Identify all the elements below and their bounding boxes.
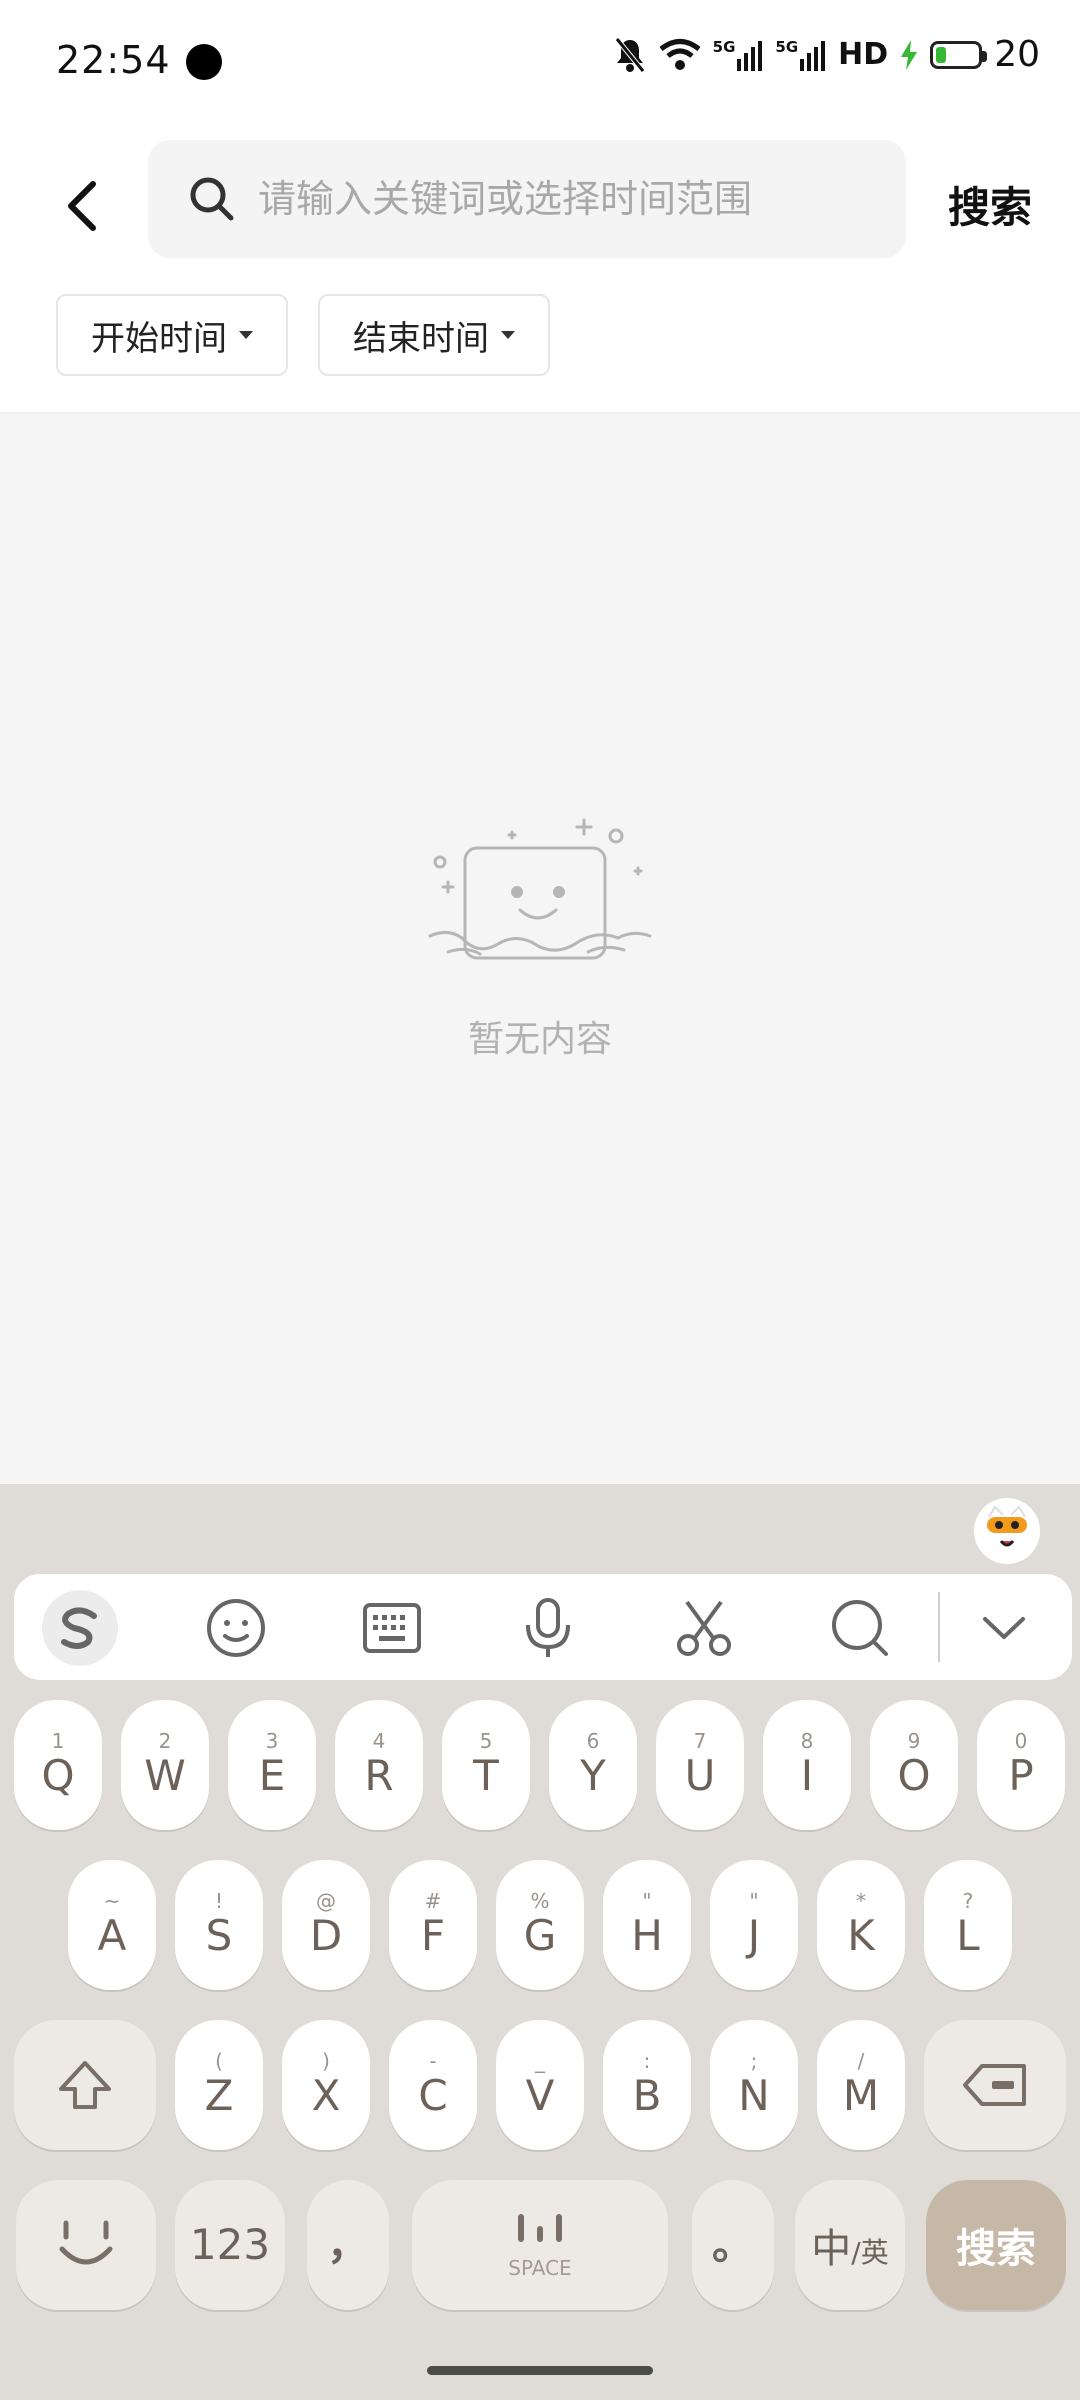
key-u[interactable]: 7U	[656, 1700, 744, 1830]
sogou-logo-icon[interactable]	[42, 1590, 118, 1666]
search-header: 搜索	[0, 126, 1080, 276]
status-icons: 5G 5G HD 20	[613, 34, 1040, 75]
key-p[interactable]: 0P	[977, 1700, 1065, 1830]
battery-level: 20	[994, 34, 1040, 75]
end-time-dropdown[interactable]: 结束时间	[318, 294, 550, 376]
key-q[interactable]: 1Q	[14, 1700, 102, 1830]
search-button[interactable]: 搜索	[948, 174, 1032, 235]
collapse-chevron-icon[interactable]	[966, 1590, 1042, 1666]
key-i[interactable]: 8I	[763, 1700, 851, 1830]
key-m[interactable]: / M	[817, 2020, 905, 2150]
key-b[interactable]: :B	[603, 2020, 691, 2150]
key-f[interactable]: # F	[389, 1860, 477, 1990]
wifi-icon	[659, 38, 701, 72]
start-time-label: 开始时间	[91, 318, 227, 359]
notification-dot-icon	[186, 44, 222, 80]
signal-5g-icon: 5G	[775, 39, 826, 71]
space-bar-icon	[518, 2214, 562, 2242]
results-area: 暂无内容	[0, 412, 1080, 1484]
key-g[interactable]: % G	[496, 1860, 584, 1990]
space-label: SPACE	[508, 2256, 572, 2280]
battery-icon	[930, 40, 988, 69]
signal-5g-icon: 5G	[713, 39, 764, 71]
search-box[interactable]	[148, 140, 906, 258]
language-switch-key[interactable]: 中 /英	[795, 2180, 905, 2310]
shift-arrow-icon	[59, 2061, 111, 2109]
numbers-key[interactable]: 123	[175, 2180, 285, 2310]
toolbar-divider	[938, 1592, 940, 1662]
mascot-face-icon	[987, 1505, 1027, 1547]
emoji-key[interactable]	[16, 2180, 156, 2310]
empty-box-icon	[428, 818, 652, 960]
soft-keyboard: 1Q 2W 3E 4R 5T 6Y 7U 8I 9O 0P ~ A ! S @ D #…	[0, 1484, 1080, 2400]
scissors-icon[interactable]	[666, 1590, 742, 1666]
start-time-dropdown[interactable]: 开始时间	[56, 294, 288, 376]
status-time: 22:54	[56, 38, 171, 82]
key-t[interactable]: 5T	[442, 1700, 530, 1830]
hd-icon: HD	[838, 37, 889, 72]
backspace-key[interactable]	[924, 2020, 1066, 2150]
chevron-left-icon	[68, 181, 96, 231]
period-key[interactable]: 。	[692, 2180, 774, 2310]
key-a[interactable]: ~ A	[68, 1860, 156, 1990]
key-k[interactable]: * K	[817, 1860, 905, 1990]
emoji-icon[interactable]	[198, 1590, 274, 1666]
mascot-icon[interactable]	[974, 1498, 1040, 1564]
space-key[interactable]: SPACE	[412, 2180, 668, 2310]
back-button[interactable]	[52, 168, 112, 244]
comma-key[interactable]: ，	[307, 2180, 389, 2310]
lang-main: 中	[811, 2226, 852, 2272]
key-l[interactable]: ? L	[924, 1860, 1012, 1990]
microphone-icon[interactable]	[510, 1590, 586, 1666]
keyboard-toolbar	[14, 1574, 1072, 1680]
key-w[interactable]: 2W	[121, 1700, 209, 1830]
empty-state-text: 暂无内容	[467, 1019, 612, 1060]
filter-bar: 开始时间 结束时间	[0, 290, 1080, 412]
key-v[interactable]: _ V	[496, 2020, 584, 2150]
key-z[interactable]: (Z	[175, 2020, 263, 2150]
keyboard-icon[interactable]	[354, 1590, 430, 1666]
key-j[interactable]: " J	[710, 1860, 798, 1990]
key-d[interactable]: @ D	[282, 1860, 370, 1990]
home-indicator[interactable]	[427, 2366, 653, 2375]
key-o[interactable]: 9O	[870, 1700, 958, 1830]
caret-down-icon	[501, 331, 515, 339]
status-bar: 22:54 5G 5G HD 20	[0, 0, 1080, 126]
search-icon[interactable]	[822, 1590, 898, 1666]
key-h[interactable]: " H	[603, 1860, 691, 1990]
key-s[interactable]: ! S	[175, 1860, 263, 1990]
lang-sub: /英	[851, 2236, 889, 2269]
charging-icon	[900, 39, 918, 70]
end-time-label: 结束时间	[353, 318, 489, 359]
shift-key[interactable]	[14, 2020, 156, 2150]
key-n[interactable]: ; N	[710, 2020, 798, 2150]
search-input[interactable]	[256, 176, 860, 222]
caret-down-icon	[239, 331, 253, 339]
key-x[interactable]: ) X	[282, 2020, 370, 2150]
mute-bell-icon	[613, 36, 647, 74]
search-icon	[190, 177, 234, 221]
key-r[interactable]: 4R	[335, 1700, 423, 1830]
search-enter-key[interactable]: 搜索	[926, 2180, 1066, 2310]
backspace-icon	[963, 2064, 1026, 2106]
key-y[interactable]: 6Y	[549, 1700, 637, 1830]
key-c[interactable]: -C	[389, 2020, 477, 2150]
key-e[interactable]: 3E	[228, 1700, 316, 1830]
smile-icon	[59, 2220, 113, 2265]
